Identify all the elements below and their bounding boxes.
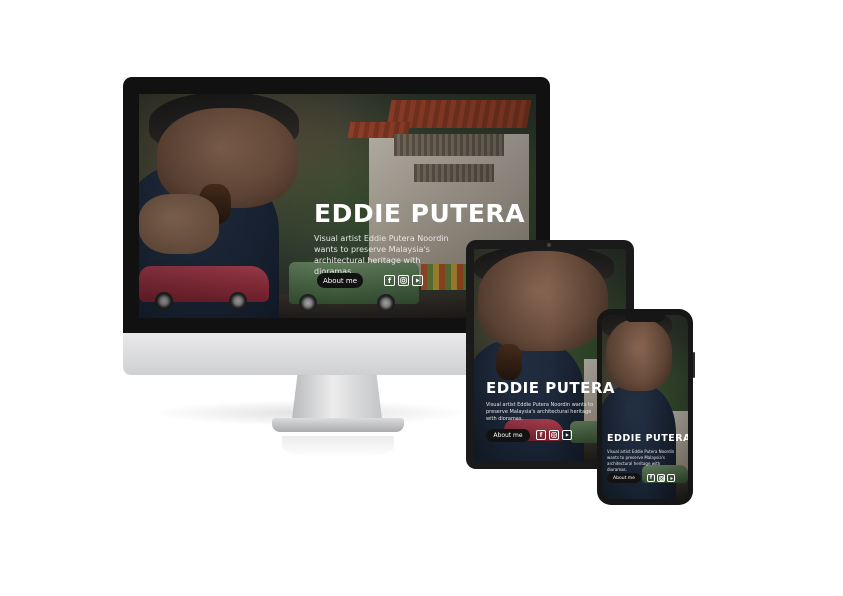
youtube-icon[interactable]	[412, 275, 423, 286]
tablet-camera	[547, 243, 551, 247]
facebook-icon[interactable]: f	[384, 275, 395, 286]
monitor-stand	[292, 375, 382, 419]
youtube-icon[interactable]	[667, 474, 675, 482]
about-me-button[interactable]: About me	[607, 473, 641, 483]
instagram-icon[interactable]	[398, 275, 409, 286]
hero-overlay: EDDIE PUTERA Visual artist Eddie Putera …	[602, 315, 688, 499]
site-tagline: Visual artist Eddie Putera Noordin wants…	[486, 402, 594, 422]
site-title: EDDIE PUTERA	[486, 379, 616, 397]
phone-side-button	[693, 352, 695, 378]
social-links: f	[647, 474, 675, 482]
phone-screen: EDDIE PUTERA Visual artist Eddie Putera …	[602, 315, 688, 499]
instagram-icon[interactable]	[657, 474, 665, 482]
social-links: f	[536, 430, 572, 440]
phone-notch	[625, 315, 665, 322]
monitor-base	[272, 418, 404, 432]
facebook-icon[interactable]: f	[536, 430, 546, 440]
site-title: EDDIE PUTERA	[314, 199, 526, 228]
instagram-icon[interactable]	[549, 430, 559, 440]
facebook-icon[interactable]: f	[647, 474, 655, 482]
about-me-button[interactable]: About me	[317, 273, 363, 288]
about-me-button[interactable]: About me	[486, 429, 530, 442]
site-tagline: Visual artist Eddie Putera Noordin wants…	[607, 449, 675, 472]
site-tagline: Visual artist Eddie Putera Noordin wants…	[314, 234, 449, 276]
youtube-icon[interactable]	[562, 430, 572, 440]
stand-reflection	[282, 436, 394, 458]
site-title: EDDIE PUTERA	[607, 433, 688, 444]
social-links: f	[384, 275, 423, 286]
